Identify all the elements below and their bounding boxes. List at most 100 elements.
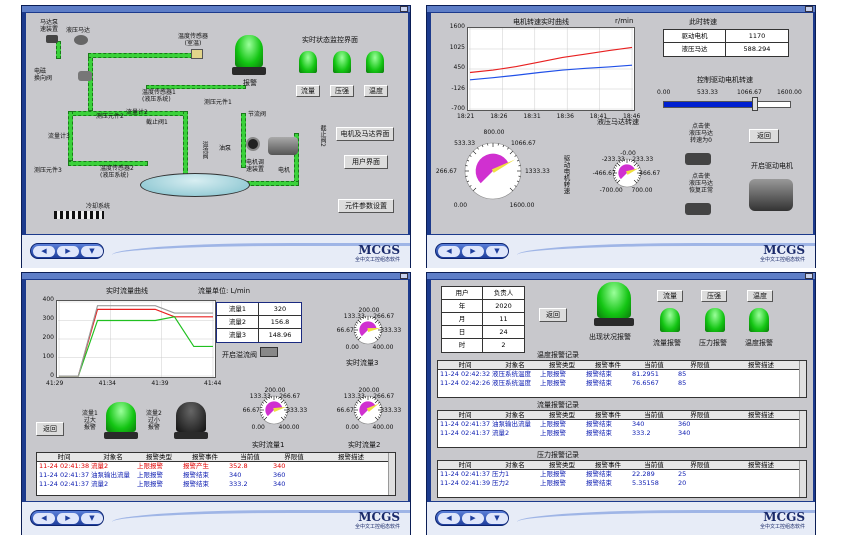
table-header-cell[interactable]: 当前值 [630, 411, 676, 419]
gauge-tick-label: 133.33 [343, 392, 365, 400]
motor-hydro-button[interactable]: 电机及马达界面 [336, 127, 394, 141]
close-window-button[interactable] [400, 6, 408, 12]
table-header-cell[interactable]: 时间 [438, 461, 490, 469]
temperature-button[interactable]: 温度 [747, 290, 773, 302]
table-header-cell[interactable]: 报警类型 [538, 361, 584, 369]
x-tick-label: 41:44 [204, 380, 222, 387]
menu-icon[interactable]: ▼ [486, 246, 508, 257]
table-cell: 上限报警 [540, 470, 566, 478]
prev-icon[interactable]: ◀ [438, 246, 460, 257]
table-header-cell[interactable]: 对象名 [490, 361, 538, 369]
user-ui-button[interactable]: 用户界面 [344, 155, 388, 169]
motor-unit-icon[interactable] [246, 137, 260, 151]
table-header-cell[interactable]: 报警描述 [722, 461, 798, 469]
screen: 实时流量曲线 流量单位: L/min 400 300 200 100 0 41:29 41… [26, 280, 408, 501]
scrollbar[interactable] [799, 361, 806, 397]
table-header-cell[interactable]: 报警事件 [584, 461, 630, 469]
table-row[interactable]: 11-24 02:41:37 油泵输出流量 上限报警 报警结束 340 360 [37, 471, 395, 480]
params-button[interactable]: 元件参数设置 [338, 199, 394, 213]
motor-label: 电机 [278, 167, 291, 174]
pressure-button[interactable]: 压强 [330, 85, 354, 97]
table-header-cell[interactable]: 当前值 [630, 361, 676, 369]
table-header-cell[interactable]: 报警描述 [722, 361, 798, 369]
nav-control[interactable]: ◀ ▶ ▼ [435, 510, 509, 526]
pump-icon[interactable] [46, 35, 58, 43]
play-icon[interactable]: ▶ [57, 246, 79, 257]
back-button[interactable]: 返回 [749, 129, 779, 143]
table-header-cell[interactable]: 报警类型 [135, 453, 181, 461]
table-row[interactable]: 11-24 02:41:37 油泵输出流量 上限报警 报警结束 340 360 [438, 420, 806, 429]
play-icon[interactable]: ▶ [462, 246, 484, 257]
table-row[interactable]: 11-24 02:41:39 压力2 上限报警 报警结束 5.35158 20 [438, 479, 806, 488]
table-header-cell[interactable]: 对象名 [89, 453, 135, 461]
pressure-alarm-table[interactable]: 时间 对象名 报警类型 报警事件 当前值 界限值 报警描述 11-24 02:41:37 压力… [437, 460, 807, 498]
table-header-cell[interactable]: 界限值 [676, 461, 722, 469]
flow-alarm-table[interactable]: 时间 对象名 报警类型 报警事件 当前值 界限值 报警描述 11-24 02:41:37 油泵… [437, 410, 807, 448]
series-line [469, 64, 633, 81]
play-icon[interactable]: ▶ [462, 513, 484, 524]
menu-icon[interactable]: ▼ [81, 513, 103, 524]
table-header-cell[interactable]: 报警事件 [584, 411, 630, 419]
table-header-cell[interactable]: 时间 [438, 411, 490, 419]
table-header-cell[interactable]: 报警类型 [538, 461, 584, 469]
nav-control[interactable]: ◀ ▶ ▼ [435, 243, 509, 259]
flow-button[interactable]: 流量 [296, 85, 320, 97]
info-key: 日 [442, 326, 483, 338]
hydraulic-pump-icon[interactable] [74, 35, 88, 45]
table-row[interactable]: 11-24 02:41:37 流量2 上限报警 报警结束 333.2 340 [438, 429, 806, 438]
table-header-cell[interactable]: 报警类型 [538, 411, 584, 419]
table-header-cell[interactable]: 报警描述 [315, 453, 385, 461]
table-header-cell[interactable]: 对象名 [490, 411, 538, 419]
table-row[interactable]: 11-24 02:42:32 液压系统温度 上限报警 报警结束 81.2951 85 [438, 370, 806, 379]
speed-slider-thumb[interactable] [752, 97, 759, 111]
nav-control[interactable]: ◀ ▶ ▼ [30, 510, 104, 526]
close-window-button[interactable] [400, 273, 408, 279]
motor-icon[interactable] [268, 137, 298, 155]
flow-button[interactable]: 流量 [657, 290, 683, 302]
speed-slider-track[interactable] [663, 101, 791, 108]
solenoid-valve-icon[interactable] [78, 71, 92, 81]
temp-table-header: 时间 对象名 报警类型 报警事件 当前值 界限值 报警描述 [438, 361, 806, 370]
table-row[interactable]: 11-24 02:41:37 流量2 上限报警 报警结束 333.2 340 [37, 480, 395, 489]
table-header-cell[interactable]: 报警事件 [584, 361, 630, 369]
scrollbar[interactable] [388, 453, 395, 495]
table-header-cell[interactable]: 对象名 [490, 461, 538, 469]
table-header-cell[interactable]: 界限值 [271, 453, 315, 461]
table-header-cell[interactable]: 报警事件 [181, 453, 227, 461]
table-row[interactable]: 11-24 02:41:37 压力1 上限报警 报警结束 22.289 25 [438, 470, 806, 479]
prev-icon[interactable]: ◀ [33, 246, 55, 257]
hydro-elem2-label: 测压元件2 [96, 113, 124, 120]
scrollbar[interactable] [799, 411, 806, 447]
table-header-cell[interactable]: 时间 [438, 361, 490, 369]
motor-zero-switch[interactable] [685, 153, 711, 165]
prev-icon[interactable]: ◀ [33, 513, 55, 524]
table-header-cell[interactable]: 时间 [37, 453, 89, 461]
gauge-tick-label: 0.00 [251, 423, 265, 431]
close-window-button[interactable] [805, 6, 813, 12]
close-window-button[interactable] [805, 273, 813, 279]
back-button[interactable]: 返回 [36, 422, 64, 436]
menu-icon[interactable]: ▼ [81, 246, 103, 257]
temperature-button[interactable]: 温度 [364, 85, 388, 97]
motor-resume-switch[interactable] [685, 203, 711, 215]
drive-motor-icon[interactable] [749, 179, 793, 211]
nav-control[interactable]: ◀ ▶ ▼ [30, 243, 104, 259]
table-header-cell[interactable]: 界限值 [676, 411, 722, 419]
table-cell [722, 470, 798, 479]
table-header-cell[interactable]: 当前值 [227, 453, 271, 461]
table-header-cell[interactable]: 界限值 [676, 361, 722, 369]
temp-alarm-table[interactable]: 时间 对象名 报警类型 报警事件 当前值 界限值 报警描述 11-24 02:42:32 液压… [437, 360, 807, 398]
menu-icon[interactable]: ▼ [486, 513, 508, 524]
scrollbar[interactable] [799, 461, 806, 497]
alarm-table[interactable]: 时间 对象名 报警类型 报警事件 当前值 界限值 报警描述 11-24 02:41:38 流量… [36, 452, 396, 496]
pressure-button[interactable]: 压强 [701, 290, 727, 302]
table-row[interactable]: 11-24 02:41:38 流量2 上限报警 报警产生 352.8 340 [37, 462, 395, 471]
gauge-tick-label: 700.00 [631, 186, 653, 194]
table-header-cell[interactable]: 当前值 [630, 461, 676, 469]
table-row[interactable]: 11-24 02:42:26 液压系统温度 上限报警 报警结束 76.6567 85 [438, 379, 806, 388]
play-icon[interactable]: ▶ [57, 513, 79, 524]
back-button[interactable]: 返回 [539, 308, 567, 322]
prev-icon[interactable]: ◀ [438, 513, 460, 524]
table-header-cell[interactable]: 报警描述 [722, 411, 798, 419]
valve-switch[interactable] [260, 347, 278, 357]
